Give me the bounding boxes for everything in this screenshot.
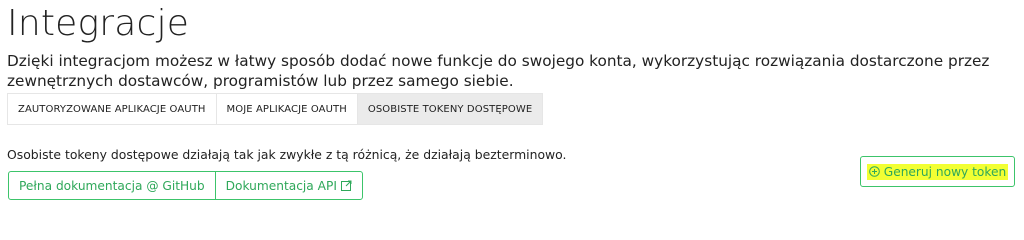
- tab-authorized-oauth-apps[interactable]: Zautoryzowane aplikacje OAuth: [8, 94, 216, 124]
- github-docs-button[interactable]: Pełna dokumentacja @ GitHub: [9, 172, 215, 199]
- github-docs-label: Pełna dokumentacja @ GitHub: [19, 178, 205, 193]
- plus-circle-icon: [868, 166, 880, 177]
- generate-token-button[interactable]: Generuj nowy token: [860, 156, 1015, 187]
- integrations-page: Integracje Dzięki integracjom możesz w ł…: [0, 0, 1024, 206]
- generate-token-label: Generuj nowy token: [883, 164, 1007, 179]
- tab-my-oauth-apps[interactable]: Moje aplikacje OAuth: [215, 94, 357, 124]
- external-link-icon: [340, 180, 352, 191]
- tokens-description: Osobiste tokeny dostępowe działają tak j…: [7, 147, 567, 162]
- api-docs-label: Dokumentacja API: [225, 178, 337, 193]
- page-title: Integracje: [7, 3, 190, 44]
- tabs-bar: Zautoryzowane aplikacje OAuth Moje aplik…: [7, 93, 544, 125]
- tab-personal-access-tokens[interactable]: Osobiste tokeny dostępowe: [356, 94, 543, 124]
- generate-token-content: Generuj nowy token: [866, 163, 1009, 180]
- api-docs-button[interactable]: Dokumentacja API: [214, 172, 362, 199]
- intro-text: Dzięki integracjom możesz w łatwy sposób…: [7, 52, 990, 90]
- documentation-button-group: Pełna dokumentacja @ GitHub Dokumentacja…: [8, 171, 363, 200]
